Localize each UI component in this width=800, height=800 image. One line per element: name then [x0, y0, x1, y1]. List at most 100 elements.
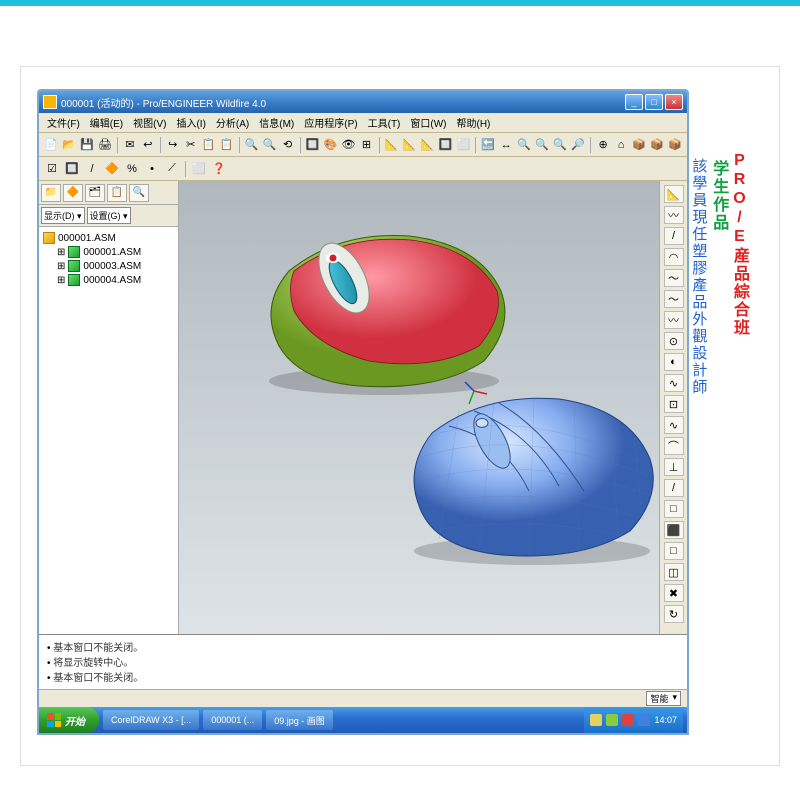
toolbar-button[interactable]: ⌂ [613, 136, 629, 154]
tool-button[interactable]: □ [664, 542, 684, 560]
tree-root[interactable]: 000001.ASM [43, 231, 174, 245]
panel-tab[interactable]: 📁 [41, 184, 61, 202]
tool-button[interactable]: ◠ [664, 248, 684, 266]
toolbar-button[interactable]: 📐 [419, 136, 435, 154]
maximize-button[interactable]: □ [645, 94, 663, 110]
panel-tab[interactable]: 🗂 [85, 184, 105, 202]
tool-button[interactable]: ⊥ [664, 458, 684, 476]
title-bar[interactable]: 000001 (活动的) - Pro/ENGINEER Wildfire 4.0… [39, 91, 687, 113]
tree-item[interactable]: ⊞ 000003.ASM [57, 259, 174, 273]
tray-icon[interactable] [606, 714, 618, 726]
menu-analysis[interactable]: 分析(A) [212, 113, 253, 132]
toolbar-button[interactable]: 🔍 [552, 136, 568, 154]
toolbar-button[interactable]: 🔲 [63, 160, 81, 178]
toolbar-button[interactable]: 🔲 [305, 136, 321, 154]
taskbar-item[interactable]: 09.jpg - 画图 [266, 710, 333, 730]
system-tray[interactable]: 14:07 [584, 707, 683, 733]
taskbar-item[interactable]: 000001 (... [203, 710, 262, 730]
tool-button[interactable]: / [664, 479, 684, 497]
menu-file[interactable]: 文件(F) [43, 113, 84, 132]
menu-info[interactable]: 信息(M) [255, 113, 298, 132]
tray-icon[interactable] [638, 714, 650, 726]
clock[interactable]: 14:07 [654, 715, 677, 725]
toolbar-button[interactable]: 📋 [201, 136, 217, 154]
menu-insert[interactable]: 插入(I) [172, 113, 209, 132]
toolbar-button[interactable]: 📄 [43, 136, 59, 154]
tool-button[interactable]: / [664, 227, 684, 245]
tree-item[interactable]: ⊞ 000004.ASM [57, 273, 174, 287]
tool-button[interactable]: 〰 [664, 206, 684, 224]
toolbar-button[interactable]: ⟲ [280, 136, 296, 154]
tool-button[interactable]: 〰 [664, 311, 684, 329]
start-button[interactable]: 开始 [39, 707, 99, 733]
tool-button[interactable]: 〜 [664, 269, 684, 287]
tray-icon[interactable] [622, 714, 634, 726]
tool-button[interactable]: ∿ [664, 416, 684, 434]
toolbar-button[interactable]: ↔ [498, 136, 514, 154]
menu-edit[interactable]: 编辑(E) [86, 113, 127, 132]
close-button[interactable]: × [665, 94, 683, 110]
toolbar-button[interactable]: 🔍 [262, 136, 278, 154]
tool-button[interactable]: ⊙ [664, 332, 684, 350]
toolbar-button[interactable]: 🎨 [323, 136, 339, 154]
toolbar-button[interactable]: 🔍 [534, 136, 550, 154]
toolbar-button[interactable]: • [143, 160, 161, 178]
toolbar-button[interactable]: ⬜ [455, 136, 471, 154]
toolbar-button[interactable]: 🖨 [97, 136, 113, 154]
toolbar-button[interactable]: 📐 [401, 136, 417, 154]
tool-button[interactable]: 〜 [664, 290, 684, 308]
tool-button[interactable]: ⬛ [664, 521, 684, 539]
toolbar-button[interactable]: 🔲 [437, 136, 453, 154]
toolbar-button[interactable]: / [83, 160, 101, 178]
toolbar-button[interactable]: 🔍 [516, 136, 532, 154]
tool-button[interactable]: ↻ [664, 605, 684, 623]
toolbar-button[interactable]: 🔎 [570, 136, 586, 154]
toolbar-button[interactable]: 📋 [219, 136, 235, 154]
toolbar-button[interactable]: 🔙 [480, 136, 496, 154]
toolbar-button[interactable]: 💾 [79, 136, 95, 154]
toolbar-button[interactable]: ✉ [122, 136, 138, 154]
panel-tab[interactable]: 📋 [107, 184, 127, 202]
menu-tools[interactable]: 工具(T) [364, 113, 405, 132]
tool-button[interactable]: ✖ [664, 584, 684, 602]
menu-window[interactable]: 窗口(W) [406, 113, 450, 132]
toolbar-button[interactable]: % [123, 160, 141, 178]
tool-button[interactable]: ⌒ [664, 437, 684, 455]
tool-button[interactable]: □ [664, 500, 684, 518]
toolbar-button[interactable]: ↪ [165, 136, 181, 154]
minimize-button[interactable]: _ [625, 94, 643, 110]
toolbar-button[interactable]: ⬜ [190, 160, 208, 178]
toolbar-button[interactable]: 🔶 [103, 160, 121, 178]
tool-button[interactable]: ∿ [664, 374, 684, 392]
panel-tab[interactable]: 🔶 [63, 184, 83, 202]
toolbar-button[interactable]: ❓ [210, 160, 228, 178]
tree-item[interactable]: ⊞ 000001.ASM [57, 245, 174, 259]
panel-tab[interactable]: 🔍 [129, 184, 149, 202]
toolbar-button[interactable]: ☑ [43, 160, 61, 178]
tool-button[interactable]: 📐 [664, 185, 684, 203]
tool-button[interactable]: ◐ [664, 353, 684, 371]
toolbar-button[interactable]: 🔍 [244, 136, 260, 154]
toolbar-button[interactable]: ⟋ [163, 160, 181, 178]
toolbar-button[interactable]: ⊕ [595, 136, 611, 154]
3d-viewport[interactable] [179, 181, 659, 634]
filter-show-dropdown[interactable]: 显示(D) ▾ [41, 207, 85, 224]
taskbar-item[interactable]: CorelDRAW X3 - [... [103, 710, 199, 730]
tray-icon[interactable] [590, 714, 602, 726]
menu-view[interactable]: 视图(V) [129, 113, 170, 132]
toolbar-button[interactable]: ↩ [140, 136, 156, 154]
tool-button[interactable]: ◫ [664, 563, 684, 581]
toolbar-button[interactable]: 📐 [383, 136, 399, 154]
toolbar-button[interactable]: 📂 [61, 136, 77, 154]
filter-set-dropdown[interactable]: 设置(G) ▾ [87, 207, 131, 224]
selection-filter-dropdown[interactable]: 智能▾ [646, 691, 681, 706]
tool-button[interactable]: ⊡ [664, 395, 684, 413]
toolbar-button[interactable]: ⊞ [359, 136, 375, 154]
model-tree[interactable]: 000001.ASM ⊞ 000001.ASM ⊞ 000003.ASM ⊞ 0… [39, 227, 178, 634]
toolbar-button[interactable]: 📦 [631, 136, 647, 154]
toolbar-button[interactable]: 👁 [341, 136, 357, 154]
menu-app[interactable]: 应用程序(P) [300, 113, 361, 132]
toolbar-button[interactable]: ✂ [183, 136, 199, 154]
menu-help[interactable]: 帮助(H) [453, 113, 495, 132]
toolbar-button[interactable]: 📦 [667, 136, 683, 154]
